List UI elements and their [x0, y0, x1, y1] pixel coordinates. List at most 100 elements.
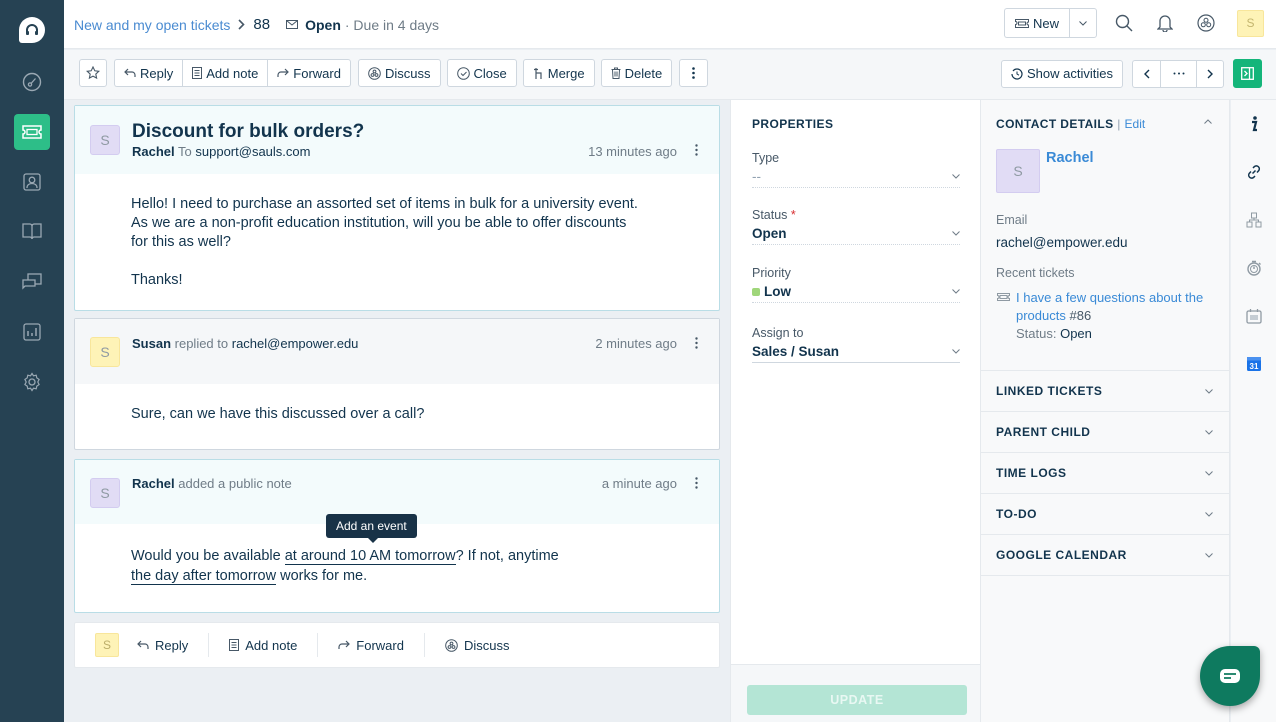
parent-child-section[interactable]: PARENT CHILD [981, 412, 1229, 453]
edit-contact-link[interactable]: Edit [1125, 117, 1146, 131]
type-field[interactable]: Type -- [752, 151, 960, 188]
todo-section[interactable]: TO-DO [981, 494, 1229, 535]
section-title: LINKED TICKETS [996, 384, 1103, 398]
status-select[interactable]: Open [752, 226, 960, 245]
calendar-day: 31 [1250, 362, 1259, 371]
todo-calendar-icon[interactable] [1246, 308, 1262, 324]
chevron-down-icon [952, 349, 960, 354]
new-button[interactable]: New [1003, 8, 1069, 38]
delete-button[interactable]: Delete [600, 59, 673, 87]
merge-button[interactable]: Merge [522, 59, 595, 87]
google-calendar-icon[interactable]: 31 [1246, 356, 1262, 372]
detected-date-link[interactable]: the day after tomorrow [131, 568, 277, 585]
chat-widget-button[interactable] [1200, 646, 1260, 706]
star-button[interactable] [79, 59, 107, 87]
reply-label: Reply [140, 65, 174, 81]
reply-action[interactable]: Reply [137, 633, 210, 657]
chevron-down-icon [1205, 429, 1213, 435]
add-note-button[interactable]: Add note [182, 59, 268, 87]
ticket-list-button[interactable] [1160, 59, 1196, 88]
author-name[interactable]: Susan [132, 336, 171, 351]
detected-date-link[interactable]: at around 10 AM tomorrow [284, 548, 456, 565]
add-note-label: Add note [206, 65, 259, 81]
message-menu-icon[interactable] [695, 477, 699, 489]
chevron-down-icon [1205, 552, 1213, 558]
discuss-action[interactable]: Discuss [445, 633, 530, 657]
recent-tickets-label: Recent tickets [996, 266, 1075, 280]
freshdesk-logo-icon[interactable] [19, 17, 45, 43]
merge-icon [533, 67, 544, 79]
recent-ticket-title[interactable]: I have a few questions about the product… [1016, 290, 1203, 323]
nav-solutions-icon[interactable] [14, 214, 50, 250]
status-label: Status * [752, 208, 960, 222]
nav-dashboard-icon[interactable] [14, 64, 50, 100]
priority-select[interactable]: Low [752, 284, 960, 303]
user-avatar[interactable]: S [1237, 9, 1264, 37]
update-button[interactable]: UPDATE [747, 685, 967, 715]
recipient-email: rachel@empower.edu [231, 336, 359, 351]
assign-field[interactable]: Assign to Sales / Susan [752, 326, 960, 363]
add-event-tooltip: Add an event [326, 514, 417, 543]
assign-select[interactable]: Sales / Susan [752, 344, 960, 363]
link-icon[interactable] [1246, 164, 1262, 180]
next-ticket-button[interactable] [1196, 59, 1224, 88]
contact-panel: CONTACT DETAILS | Edit S Rachel Email ra… [981, 100, 1230, 722]
properties-title: PROPERTIES [752, 117, 834, 131]
contact-details-section: CONTACT DETAILS | Edit S Rachel Email ra… [981, 100, 1229, 371]
add-note-action[interactable]: Add note [229, 633, 319, 657]
author-name[interactable]: Rachel [132, 144, 175, 159]
recipient-email: support@sauls.com [195, 144, 311, 159]
forward-action[interactable]: Forward [338, 633, 425, 657]
new-dropdown-button[interactable] [1069, 8, 1097, 38]
close-button[interactable]: Close [446, 59, 517, 87]
priority-field[interactable]: Priority Low [752, 266, 960, 303]
show-activities-button[interactable]: Show activities [1001, 59, 1123, 88]
body-text: Would you be available [131, 548, 285, 564]
nav-forums-icon[interactable] [14, 264, 50, 300]
section-title: TIME LOGS [996, 466, 1067, 480]
timer-icon[interactable] [1246, 260, 1262, 276]
discuss-button[interactable]: Discuss [357, 59, 441, 87]
envelope-icon [286, 20, 299, 29]
breadcrumb-link[interactable]: New and my open tickets [74, 17, 230, 33]
previous-ticket-button[interactable] [1132, 59, 1160, 88]
author-name[interactable]: Rachel [132, 476, 175, 491]
contact-details-title: CONTACT DETAILS [996, 117, 1114, 131]
note-icon [192, 67, 203, 79]
linked-tickets-section[interactable]: LINKED TICKETS [981, 371, 1229, 412]
main-nav [0, 0, 64, 722]
forward-icon [277, 68, 290, 78]
chevron-down-icon [1079, 20, 1087, 26]
avatar: S [90, 337, 120, 367]
close-label: Close [473, 65, 507, 81]
section-title: GOOGLE CALENDAR [996, 548, 1127, 562]
reply-button[interactable]: Reply [114, 59, 183, 87]
more-actions-button[interactable] [679, 59, 709, 87]
collapse-chevron-up-icon[interactable] [1204, 119, 1212, 124]
nav-reports-icon[interactable] [14, 314, 50, 350]
nav-admin-gear-icon[interactable] [14, 364, 50, 400]
info-icon[interactable] [1246, 116, 1262, 132]
nav-tickets-icon[interactable] [14, 114, 50, 150]
recent-ticket-item[interactable]: I have a few questions about the product… [1016, 289, 1206, 343]
apps-icon[interactable] [1197, 14, 1215, 32]
message-time: a minute ago [601, 476, 677, 491]
priority-color-dot [752, 287, 760, 296]
type-select[interactable]: -- [752, 169, 960, 188]
forward-button[interactable]: Forward [267, 59, 351, 87]
delete-label: Delete [624, 65, 663, 81]
merge-label: Merge [547, 65, 585, 81]
parent-child-icon[interactable] [1246, 212, 1262, 228]
nav-contacts-icon[interactable] [14, 164, 50, 200]
message-menu-icon[interactable] [695, 337, 699, 349]
search-icon[interactable] [1115, 14, 1133, 32]
status-field[interactable]: Status * Open [752, 208, 960, 245]
contact-name-link[interactable]: Rachel [1046, 150, 1094, 166]
time-logs-section[interactable]: TIME LOGS [981, 453, 1229, 494]
ticket-icon [997, 293, 1010, 301]
message-menu-icon[interactable] [695, 144, 699, 156]
google-calendar-section[interactable]: GOOGLE CALENDAR [981, 535, 1229, 576]
reply-group: Reply Add note Forward [114, 59, 351, 87]
toggle-sidebar-button[interactable] [1233, 59, 1262, 88]
notification-bell-icon[interactable] [1157, 14, 1173, 32]
